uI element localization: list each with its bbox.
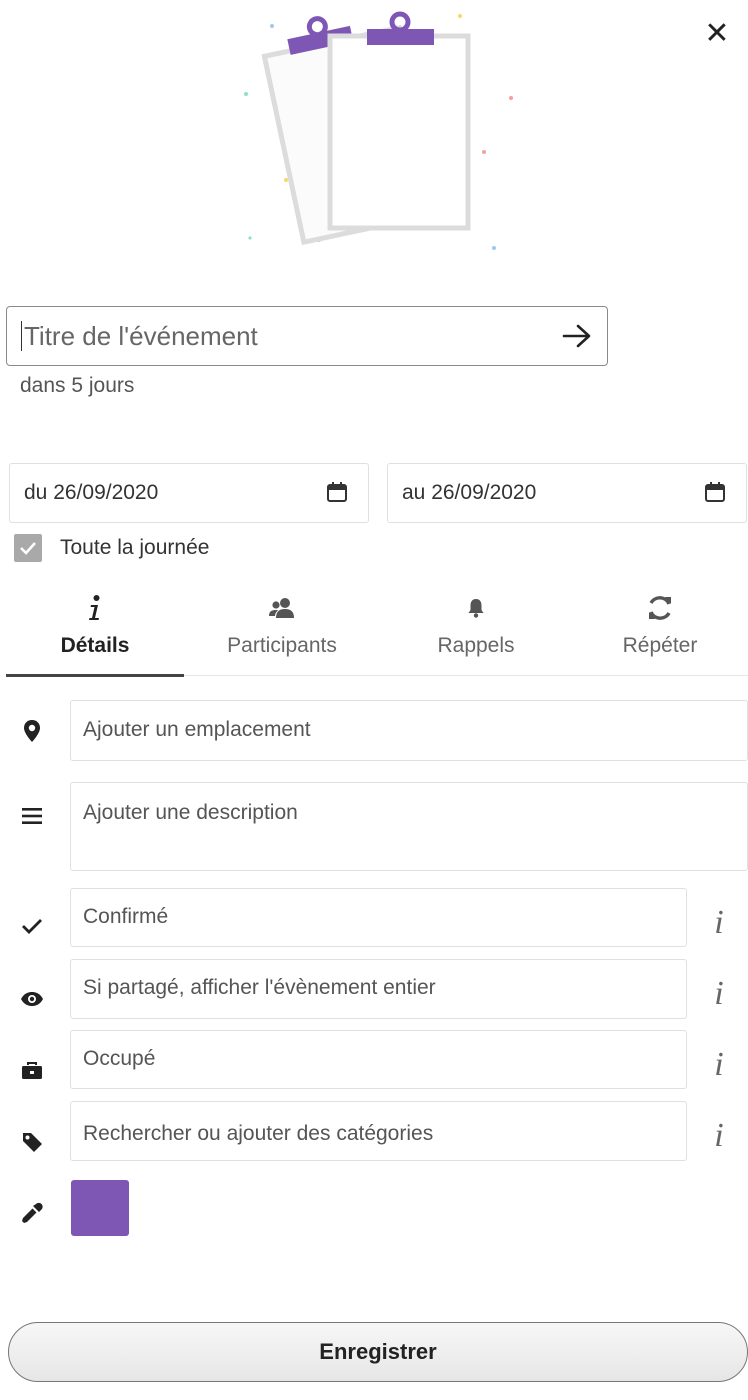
end-date-value: au 26/09/2020 (402, 481, 537, 504)
event-tabs: Détails Participants Rappels Répéter (6, 590, 748, 677)
eyedropper-icon (18, 1199, 46, 1227)
briefcase-icon (18, 1057, 46, 1085)
status-value: Confirmé (83, 905, 169, 928)
categories-info-icon[interactable]: i (706, 1117, 732, 1157)
tab-reminders[interactable]: Rappels (380, 590, 572, 676)
tab-participants[interactable]: Participants (184, 590, 380, 676)
event-color-swatch[interactable] (71, 1180, 129, 1236)
location-input[interactable]: Ajouter un emplacement (70, 700, 748, 761)
clipboard-illustration (244, 11, 513, 250)
visibility-select[interactable]: Si partagé, afficher l'évènement entier (70, 959, 687, 1019)
tab-details[interactable]: Détails (6, 590, 184, 677)
check-icon (20, 542, 36, 555)
visibility-info-icon[interactable]: i (706, 975, 732, 1015)
tag-icon (18, 1128, 46, 1156)
description-input[interactable]: Ajouter une description (70, 782, 748, 871)
submit-title-button[interactable] (557, 316, 597, 356)
location-placeholder: Ajouter un emplacement (83, 718, 311, 741)
people-icon (269, 598, 294, 618)
close-button[interactable]: ✕ (700, 16, 734, 50)
calendar-icon (327, 482, 347, 502)
repeat-icon (649, 596, 671, 620)
availability-value: Occupé (83, 1047, 156, 1070)
tab-rappels-label: Rappels (437, 634, 515, 657)
relative-time-hint: dans 5 jours (20, 374, 135, 397)
description-icon (18, 802, 46, 830)
close-icon: ✕ (704, 16, 730, 50)
start-date-picker[interactable]: du 26/09/2020 (9, 463, 369, 523)
checkmark-icon (18, 912, 46, 940)
availability-info-icon[interactable]: i (706, 1046, 732, 1086)
description-placeholder: Ajouter une description (83, 801, 298, 824)
all-day-label: Toute la journée (60, 536, 210, 559)
all-day-checkbox[interactable] (14, 534, 42, 562)
start-date-value: du 26/09/2020 (24, 481, 159, 504)
categories-placeholder: Rechercher ou ajouter des catégories (83, 1122, 434, 1145)
availability-select[interactable]: Occupé (70, 1030, 687, 1089)
location-pin-icon (18, 717, 46, 745)
visibility-value: Si partagé, afficher l'évènement entier (83, 976, 436, 999)
categories-input[interactable]: Rechercher ou ajouter des catégories (70, 1101, 687, 1161)
tab-participants-label: Participants (227, 634, 337, 657)
status-info-icon[interactable]: i (706, 904, 732, 944)
bell-icon (468, 599, 484, 618)
eye-icon (18, 985, 46, 1013)
front-clipboard (327, 11, 471, 231)
end-date-picker[interactable]: au 26/09/2020 (387, 463, 747, 523)
tab-repeter-label: Répéter (622, 634, 698, 657)
status-select[interactable]: Confirmé (70, 888, 687, 947)
text-caret (21, 321, 22, 351)
arrow-right-icon (562, 324, 591, 348)
save-button[interactable]: Enregistrer (8, 1322, 748, 1382)
tab-details-label: Détails (60, 634, 130, 657)
event-title-input[interactable] (24, 320, 557, 352)
event-title-field[interactable] (6, 306, 608, 366)
tab-repeat[interactable]: Répéter (572, 590, 748, 676)
calendar-icon (705, 482, 725, 502)
info-icon (89, 595, 100, 620)
all-day-toggle[interactable]: Toute la journée (14, 534, 209, 562)
